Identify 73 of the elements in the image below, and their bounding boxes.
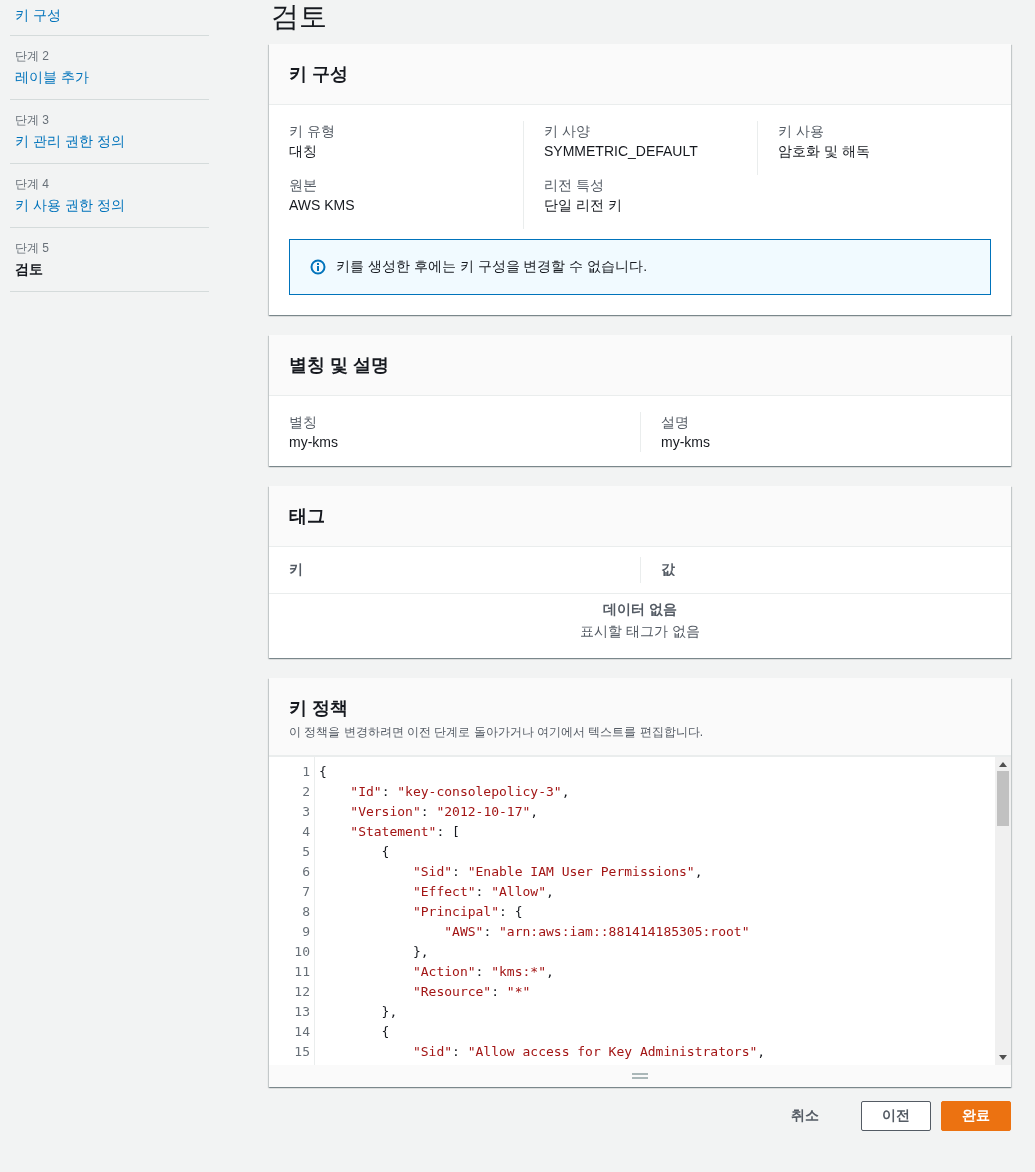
finish-button[interactable]: 완료 <box>941 1101 1011 1131</box>
code-line: { <box>380 1023 391 1041</box>
line-number: 1 <box>302 763 310 781</box>
step-link[interactable]: 키 구성 <box>15 5 204 25</box>
card-title: 태그 <box>289 505 326 528</box>
field-value: 암호화 및 해독 <box>778 142 871 161</box>
line-number: 8 <box>302 903 310 921</box>
code-line: "Sid": "Enable IAM User Permissions", <box>411 863 704 881</box>
step-link[interactable]: 레이블 추가 <box>15 67 204 87</box>
code-line: "Sid": "Allow access for Key Administrators", <box>411 1043 767 1061</box>
line-number: 9 <box>302 923 310 941</box>
code-line: "Statement": [ <box>349 823 461 841</box>
line-number: 11 <box>294 963 310 981</box>
field-label: 키 유형 <box>289 122 336 141</box>
step-label: 단계 3 <box>15 112 50 129</box>
field-value: 대칭 <box>289 142 318 161</box>
field-value: SYMMETRIC_DEFAULT <box>544 142 699 161</box>
field-label: 별칭 <box>289 413 318 432</box>
line-number: 7 <box>302 883 310 901</box>
scroll-down-icon[interactable] <box>999 1055 1007 1061</box>
code-line: "Principal": { <box>411 903 524 921</box>
field-value: my-kms <box>661 433 711 452</box>
code-line: { <box>380 843 391 861</box>
scroll-thumb[interactable] <box>997 771 1009 826</box>
line-number: 5 <box>302 843 310 861</box>
step-link[interactable]: 키 관리 권한 정의 <box>15 131 204 151</box>
resize-handle-icon[interactable] <box>632 1073 648 1079</box>
info-text: 키를 생성한 후에는 키 구성을 변경할 수 없습니다. <box>336 258 648 276</box>
scrollbar[interactable] <box>995 757 1011 1065</box>
field-label: 설명 <box>661 413 690 432</box>
card-title: 키 구성 <box>289 63 349 86</box>
code-line: "Id": "key-consolepolicy-3", <box>349 783 571 801</box>
line-number: 3 <box>302 803 310 821</box>
code-line: "AWS": "arn:aws:iam::881414185305:root" <box>443 923 751 941</box>
code-line: "Action": "kms:*", <box>411 963 555 981</box>
current-step: 검토 <box>15 259 204 279</box>
line-number: 6 <box>302 863 310 881</box>
info-icon <box>310 259 326 275</box>
card-description: 이 정책을 변경하려면 이전 단계로 돌아가거나 여기에서 텍스트를 편집합니다. <box>289 724 704 741</box>
field-value: 단일 리전 키 <box>544 196 623 215</box>
scroll-up-icon[interactable] <box>999 761 1007 767</box>
page-title: 검토 <box>271 0 328 34</box>
code-line: "Resource": "*" <box>411 983 532 1001</box>
column-header: 값 <box>640 557 1011 583</box>
cancel-link[interactable]: 취소 <box>771 1101 839 1131</box>
step-label: 단계 5 <box>15 240 50 257</box>
line-number: 10 <box>294 943 310 961</box>
code-line: "Version": "2012-10-17", <box>349 803 540 821</box>
column-header: 키 <box>288 560 304 579</box>
card-title: 키 정책 <box>289 697 349 720</box>
code-line: { <box>319 763 328 781</box>
line-number: 14 <box>294 1023 310 1041</box>
step-label: 단계 4 <box>15 176 50 193</box>
line-number: 15 <box>294 1043 310 1061</box>
code-line: "Effect": "Allow", <box>411 883 555 901</box>
empty-text: 표시할 태그가 없음 <box>580 622 700 641</box>
line-number: 4 <box>302 823 310 841</box>
code-line: }, <box>380 1003 399 1021</box>
field-label: 키 사양 <box>544 122 591 141</box>
card-title: 별칭 및 설명 <box>289 354 390 377</box>
line-number: 2 <box>302 783 310 801</box>
previous-button[interactable]: 이전 <box>861 1101 931 1131</box>
step-label: 단계 2 <box>15 48 50 65</box>
field-label: 원본 <box>289 176 318 195</box>
field-value: my-kms <box>289 433 339 452</box>
field-label: 리전 특성 <box>544 176 605 195</box>
line-number: 12 <box>294 983 310 1001</box>
field-label: 키 사용 <box>778 122 825 141</box>
line-number: 13 <box>294 1003 310 1021</box>
step-link[interactable]: 키 사용 권한 정의 <box>15 195 204 215</box>
code-line: }, <box>411 943 430 961</box>
field-value: AWS KMS <box>289 196 356 215</box>
empty-title: 데이터 없음 <box>603 600 677 619</box>
